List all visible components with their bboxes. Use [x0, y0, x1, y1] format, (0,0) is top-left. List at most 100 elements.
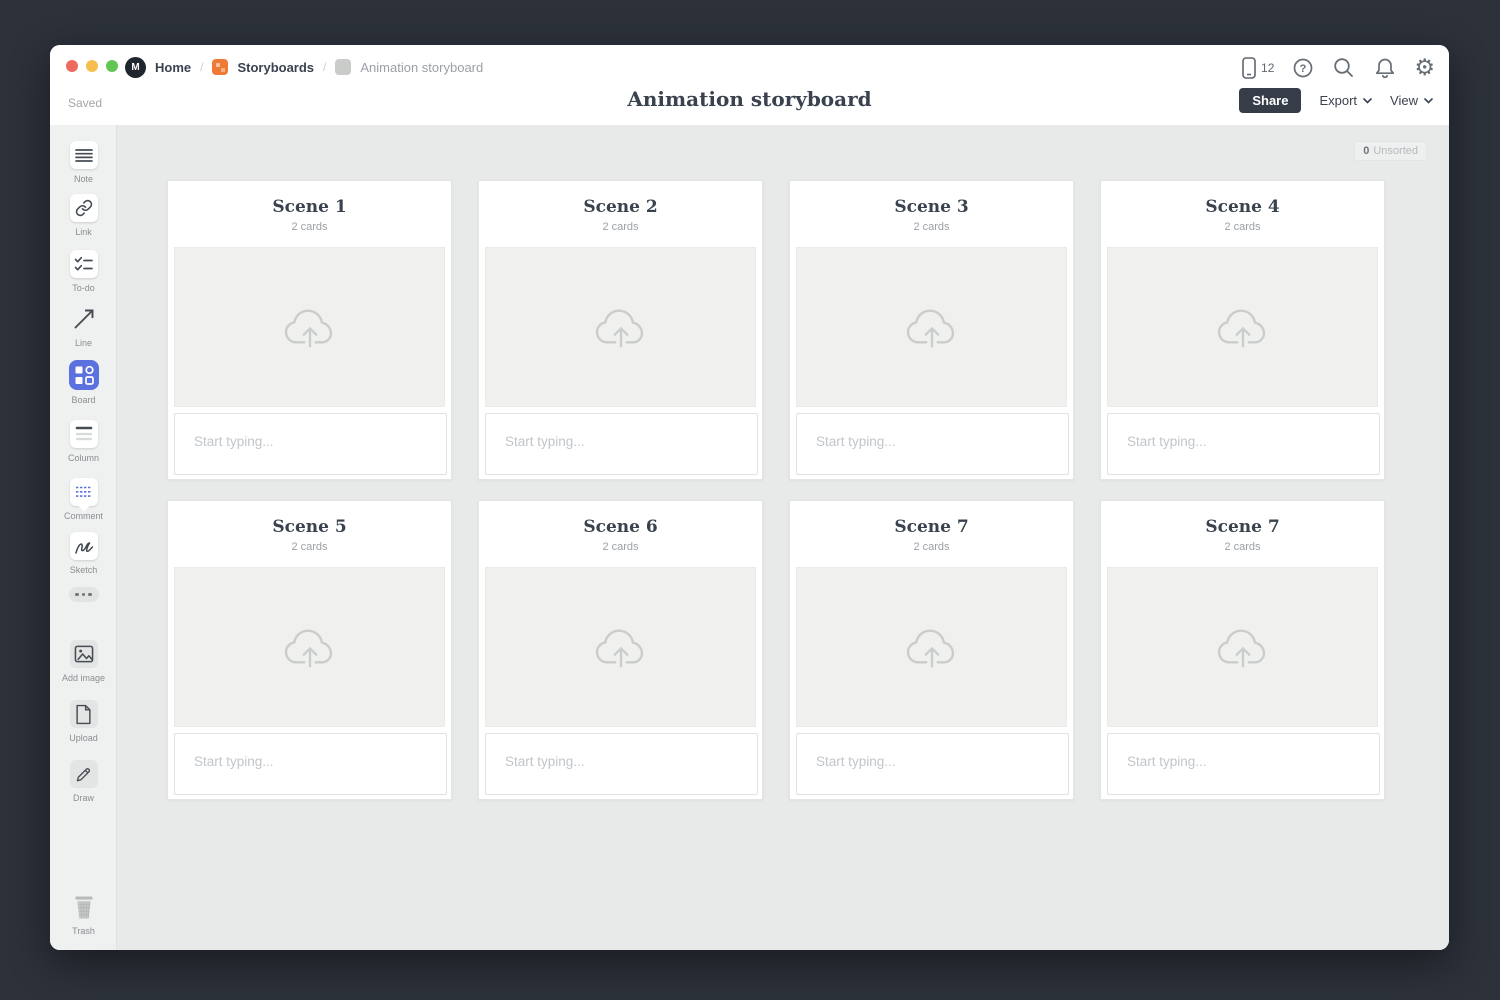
unsorted-badge[interactable]: 0 Unsorted [1354, 141, 1427, 161]
scene-title: Scene 5 [168, 517, 451, 537]
sidebar-item-label: Line [75, 338, 92, 348]
trash-icon [70, 893, 98, 921]
unsorted-count: 0 [1363, 145, 1369, 157]
scene-title: Scene 7 [1101, 517, 1384, 537]
scene-card-count: 2 cards [790, 541, 1073, 553]
breadcrumb-storyboards[interactable]: Storyboards [237, 60, 314, 75]
scene-card[interactable]: Scene 7 2 cards [789, 500, 1074, 800]
notifications-button[interactable] [1373, 56, 1397, 80]
scene-card[interactable]: Scene 5 2 cards [167, 500, 452, 800]
scene-title: Scene 1 [168, 197, 451, 217]
sidebar-item-add-image[interactable]: Add image [50, 640, 117, 683]
scene-text-input[interactable] [796, 413, 1069, 475]
sidebar-item-trash[interactable]: Trash [50, 893, 117, 936]
sidebar-item-todo[interactable]: To-do [50, 250, 117, 293]
board-canvas[interactable]: Note Link To-do [50, 125, 1449, 950]
scene-card-count: 2 cards [479, 541, 762, 553]
scene-card[interactable]: Scene 6 2 cards [478, 500, 763, 800]
cloud-upload-icon [1212, 303, 1274, 351]
search-button[interactable] [1332, 56, 1356, 80]
sidebar-item-upload[interactable]: Upload [50, 700, 117, 743]
sidebar-item-label: Note [74, 174, 93, 184]
sidebar-item-board[interactable]: Board [50, 360, 117, 405]
link-icon [70, 194, 98, 222]
app-logo-icon[interactable]: M [125, 57, 146, 78]
gear-icon: ⚙ [1414, 56, 1435, 80]
image-drop-zone[interactable] [485, 567, 756, 727]
sidebar-item-label: Add image [62, 673, 105, 683]
scene-title: Scene 3 [790, 197, 1073, 217]
scene-card[interactable]: Scene 7 2 cards [1100, 500, 1385, 800]
sidebar-item-label: Upload [69, 733, 98, 743]
scene-text-input[interactable] [1107, 413, 1380, 475]
tool-sidebar: Note Link To-do [50, 125, 117, 950]
sidebar-item-column[interactable]: Column [50, 420, 117, 463]
sidebar-item-sketch[interactable]: Sketch [50, 532, 117, 575]
scene-title: Scene 7 [790, 517, 1073, 537]
share-button[interactable]: Share [1239, 88, 1301, 113]
breadcrumb-home[interactable]: Home [155, 60, 191, 75]
maximize-button[interactable] [106, 60, 118, 72]
scene-card-count: 2 cards [168, 221, 451, 233]
phone-badge-count: 12 [1261, 61, 1274, 75]
cloud-upload-icon [901, 303, 963, 351]
mobile-app-button[interactable]: 12 [1242, 57, 1274, 79]
image-drop-zone[interactable] [796, 567, 1067, 727]
scene-card[interactable]: Scene 4 2 cards [1100, 180, 1385, 480]
scene-text-input[interactable] [485, 733, 758, 795]
close-button[interactable] [66, 60, 78, 72]
image-drop-zone[interactable] [796, 247, 1067, 407]
sidebar-item-label: Draw [73, 793, 94, 803]
scene-text-input[interactable] [174, 413, 447, 475]
breadcrumb-current: Animation storyboard [360, 60, 483, 75]
image-drop-zone[interactable] [1107, 247, 1378, 407]
scene-text-input[interactable] [174, 733, 447, 795]
cloud-upload-icon [590, 623, 652, 671]
comment-icon [70, 478, 98, 506]
cloud-upload-icon [279, 303, 341, 351]
scene-card[interactable]: Scene 2 2 cards [478, 180, 763, 480]
image-drop-zone[interactable] [174, 247, 445, 407]
sidebar-item-label: Sketch [70, 565, 98, 575]
export-menu[interactable]: Export [1319, 93, 1372, 108]
sidebar-item-link[interactable]: Link [50, 194, 117, 237]
cloud-upload-icon [1212, 623, 1274, 671]
sidebar-item-label: Comment [64, 511, 103, 521]
sidebar-item-comment[interactable]: Comment [50, 478, 117, 521]
column-icon [70, 420, 98, 448]
breadcrumb-separator: / [323, 60, 326, 74]
more-icon [69, 587, 99, 602]
help-button[interactable]: ? [1291, 56, 1315, 80]
scene-text-input[interactable] [1107, 733, 1380, 795]
image-drop-zone[interactable] [1107, 567, 1378, 727]
unsorted-label: Unsorted [1373, 145, 1418, 157]
scene-card[interactable]: Scene 1 2 cards [167, 180, 452, 480]
sidebar-item-note[interactable]: Note [50, 141, 117, 184]
line-icon [70, 305, 98, 333]
minimize-button[interactable] [86, 60, 98, 72]
sidebar-item-label: Link [75, 227, 92, 237]
view-menu[interactable]: View [1390, 93, 1433, 108]
phone-icon [1242, 57, 1256, 79]
scene-title: Scene 2 [479, 197, 762, 217]
scene-title: Scene 4 [1101, 197, 1384, 217]
chevron-down-icon [1424, 98, 1433, 104]
window-controls [66, 60, 118, 72]
add-image-icon [70, 640, 98, 668]
scene-text-input[interactable] [796, 733, 1069, 795]
app-window: M Home / Storyboards / Animation storybo… [50, 45, 1449, 950]
image-drop-zone[interactable] [485, 247, 756, 407]
image-drop-zone[interactable] [174, 567, 445, 727]
topbar-actions: Share Export View [1239, 88, 1433, 113]
sidebar-item-draw[interactable]: Draw [50, 760, 117, 803]
sidebar-item-line[interactable]: Line [50, 305, 117, 348]
draw-pencil-icon [70, 760, 98, 788]
scene-card[interactable]: Scene 3 2 cards [789, 180, 1074, 480]
sidebar-item-more[interactable] [50, 587, 117, 602]
sidebar-item-label: Trash [72, 926, 95, 936]
upload-file-icon [70, 700, 98, 728]
settings-button[interactable]: ⚙ [1414, 56, 1435, 80]
scene-card-count: 2 cards [479, 221, 762, 233]
breadcrumb: M Home / Storyboards / Animation storybo… [125, 45, 483, 89]
scene-text-input[interactable] [485, 413, 758, 475]
